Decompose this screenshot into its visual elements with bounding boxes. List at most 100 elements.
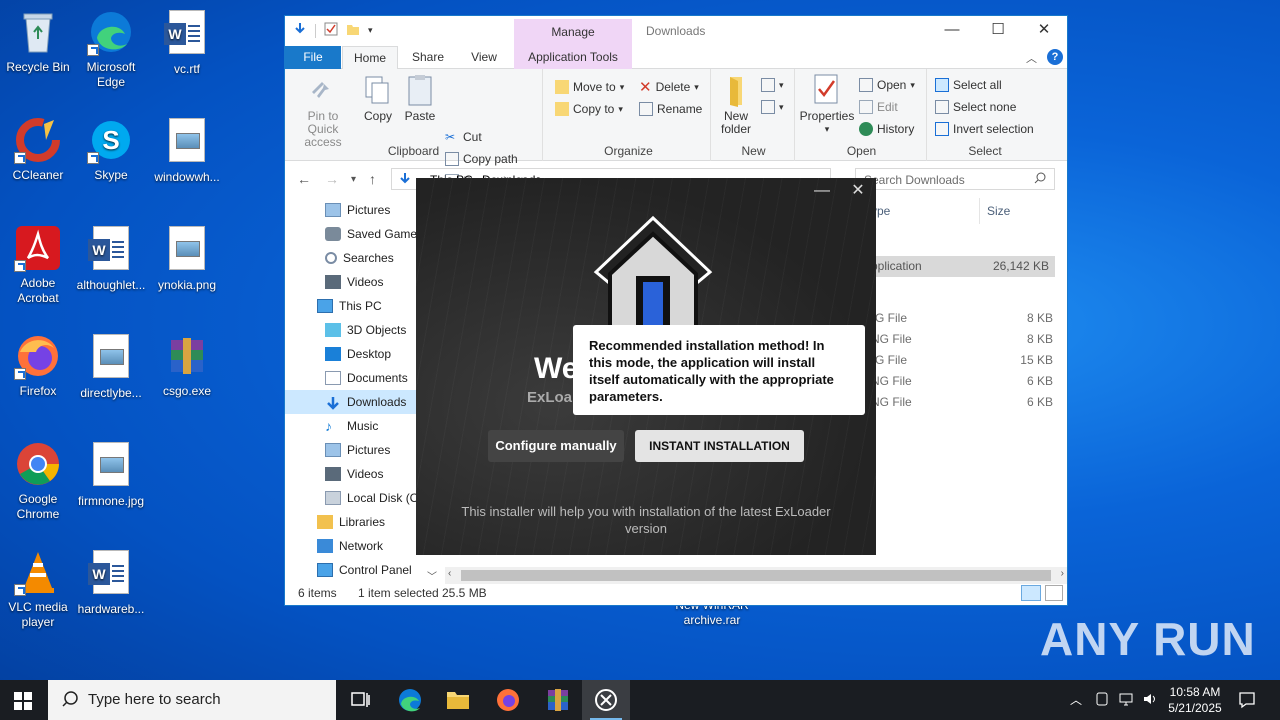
new-item-button[interactable]: ▾	[761, 75, 784, 95]
start-windows-icon[interactable]	[14, 692, 32, 713]
copy-to-button[interactable]: Copy to ▾	[555, 99, 623, 119]
back-arrow-icon[interactable]: ←	[297, 171, 311, 187]
group-label-new: New	[741, 144, 766, 158]
pictures-icon	[325, 203, 341, 217]
rename-button[interactable]: Rename	[639, 99, 702, 119]
desktop-icon-windowwh[interactable]: windowwh...	[149, 116, 225, 185]
installer-close-button[interactable]: ✕	[840, 178, 876, 204]
close-button[interactable]: ✕	[1021, 16, 1067, 46]
clock-date: 5/21/2025	[1168, 701, 1222, 715]
scrollbar-thumb[interactable]	[461, 570, 1051, 581]
copy-button[interactable]: Copy	[359, 73, 397, 123]
volume-tray-icon[interactable]	[1142, 691, 1158, 710]
tab-home[interactable]: Home	[342, 46, 398, 69]
button-label: History	[877, 122, 915, 136]
pin-quick-access-button[interactable]: Pin to Quick access	[291, 73, 355, 149]
separator	[315, 23, 316, 38]
column-header-size[interactable]: Size	[987, 198, 1010, 224]
new-folder-button[interactable]: New folder	[717, 73, 755, 136]
taskbar-file-explorer-icon[interactable]	[434, 680, 482, 720]
file-row[interactable]: G File 8 KB	[875, 308, 1055, 329]
taskbar-search-box[interactable]: Type here to search	[48, 680, 336, 720]
taskbar-exloader-icon[interactable]	[582, 680, 630, 720]
notification-center-icon[interactable]	[1238, 691, 1256, 712]
configure-manually-button[interactable]: Configure manually	[488, 430, 624, 462]
invert-selection-button[interactable]: Invert selection	[935, 119, 1034, 139]
forward-arrow-icon[interactable]: →	[325, 171, 339, 187]
instant-installation-button[interactable]: INSTANT INSTALLATION	[635, 430, 804, 462]
customize-dropdown-icon[interactable]: ▾	[368, 25, 373, 36]
tab-share[interactable]: Share	[405, 46, 451, 69]
properties-icon[interactable]	[324, 22, 338, 39]
tab-view[interactable]: View	[461, 46, 507, 69]
move-to-button[interactable]: Move to ▾	[555, 77, 624, 97]
desktop-icon-csgo[interactable]: csgo.exe	[149, 332, 225, 399]
desktop-icon-althoughlet[interactable]: W althoughlet...	[73, 224, 149, 293]
desktop-icon-ynokia[interactable]: ynokia.png	[149, 224, 225, 293]
file-row-selected[interactable]: pplication 26,142 KB	[871, 256, 1055, 277]
title-bar[interactable]: ▾ Manage Downloads — ☐ ✕	[285, 16, 1067, 46]
icon-label: directlybe...	[80, 386, 142, 400]
details-view-icon[interactable]	[1021, 585, 1041, 601]
desktop-icon-skype[interactable]: S Skype	[73, 116, 149, 183]
network-tray-icon[interactable]	[1118, 691, 1134, 710]
easy-access-button[interactable]: ▾	[761, 97, 784, 117]
properties-button[interactable]: Properties ▾	[799, 73, 855, 136]
large-icons-view-icon[interactable]	[1045, 585, 1063, 601]
select-all-button[interactable]: Select all	[935, 75, 1002, 95]
desktop-icon-google-chrome[interactable]: Google Chrome	[0, 440, 76, 522]
file-row[interactable]: NG File 6 KB	[871, 392, 1055, 413]
chevron-down-icon: ▾	[910, 79, 915, 90]
desktop-icon-directlybe[interactable]: directlybe...	[73, 332, 149, 401]
group-new: New folder ▾ ▾ New	[713, 69, 795, 161]
delete-button[interactable]: ✕ Delete ▾	[639, 77, 699, 97]
image-file-icon	[163, 118, 211, 166]
new-folder-icon[interactable]	[346, 22, 360, 39]
desktop-icon-recycle-bin[interactable]: Recycle Bin	[0, 8, 76, 75]
desktop-icon-firmnone[interactable]: firmnone.jpg	[73, 440, 149, 509]
task-view-icon[interactable]	[336, 680, 384, 720]
recent-locations-icon[interactable]: ▾	[351, 174, 356, 185]
select-none-button[interactable]: Select none	[935, 97, 1016, 117]
desktop-icon-firefox[interactable]: Firefox	[0, 332, 76, 399]
desktop-icon-vc-rtf[interactable]: W vc.rtf	[149, 8, 225, 77]
desktop-icon-vlc[interactable]: VLC media player	[0, 548, 76, 630]
button-label: Open	[877, 78, 907, 92]
nav-item-control-panel[interactable]: Control Panel	[285, 558, 441, 582]
taskbar-edge-icon[interactable]	[386, 680, 434, 720]
desktop-icon-adobe-acrobat[interactable]: Adobe Acrobat	[0, 224, 76, 306]
file-row[interactable]: G File 15 KB	[875, 350, 1055, 371]
device-tray-icon[interactable]	[1094, 691, 1110, 710]
scroll-left-icon[interactable]: ‹	[448, 568, 451, 579]
nav-label: Libraries	[339, 515, 386, 529]
tab-file[interactable]: File	[285, 46, 341, 69]
search-box[interactable]: Search Downloads	[855, 168, 1055, 190]
open-button[interactable]: Open ▾	[859, 75, 915, 95]
taskbar-firefox-icon[interactable]	[484, 680, 532, 720]
file-size: 8 KB	[1026, 332, 1053, 346]
minimize-button[interactable]: —	[929, 16, 975, 46]
edit-button[interactable]: Edit	[859, 97, 898, 117]
paste-button[interactable]: Paste	[401, 73, 439, 123]
file-row[interactable]: NG File 6 KB	[871, 371, 1055, 392]
desktop-folder-icon	[325, 347, 341, 361]
taskbar-winrar-icon[interactable]	[534, 680, 582, 720]
down-arrow-icon[interactable]	[293, 22, 307, 39]
desktop-icon-microsoft-edge[interactable]: Microsoft Edge	[73, 8, 149, 90]
help-icon[interactable]: ?	[1047, 49, 1063, 65]
group-label-select: Select	[968, 144, 1002, 158]
show-hidden-icons-chevron-up-icon[interactable]: ︿	[1070, 691, 1082, 708]
desktop-icon-hardwareb[interactable]: W hardwareb...	[73, 548, 149, 617]
file-row[interactable]: NG File 8 KB	[871, 329, 1055, 350]
collapse-ribbon-icon[interactable]: ︿	[1026, 50, 1037, 66]
up-arrow-icon[interactable]: ↑	[369, 171, 376, 187]
clock[interactable]: 10:58 AM 5/21/2025	[1166, 684, 1224, 716]
icon-label: CCleaner	[12, 168, 64, 182]
button-label: Cut	[463, 130, 482, 144]
history-button[interactable]: History	[859, 119, 914, 139]
scroll-right-icon[interactable]: ›	[1061, 568, 1064, 579]
desktop-icon-ccleaner[interactable]: CCleaner	[0, 116, 76, 183]
maximize-button[interactable]: ☐	[975, 16, 1021, 46]
tab-application-tools[interactable]: Application Tools	[514, 46, 632, 69]
installer-minimize-button[interactable]: —	[804, 178, 840, 204]
